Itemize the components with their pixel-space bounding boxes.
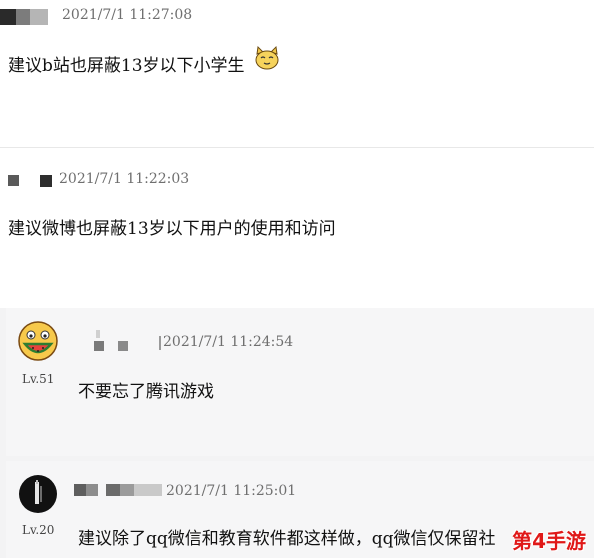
- user-level-badge: Lv.20: [22, 523, 55, 537]
- dark-figure-avatar[interactable]: [18, 474, 58, 514]
- comment-timestamp: 2021/7/1 11:27:08: [62, 7, 193, 23]
- username-mosaic: [92, 330, 164, 352]
- cat-face-icon: [254, 45, 280, 71]
- username-mosaic: [8, 175, 53, 187]
- watermelon-face-avatar[interactable]: [17, 320, 59, 362]
- comment-timestamp: 2021/7/1 11:22:03: [59, 171, 190, 187]
- comment-text: 建议b站也屏蔽13岁以下小学生: [8, 56, 245, 76]
- reply-timestamp: 2021/7/1 11:24:54: [163, 334, 294, 350]
- reply-section: [0, 308, 594, 558]
- site-watermark: 第4手游: [512, 529, 586, 553]
- divider: [0, 147, 594, 148]
- reply-timestamp: 2021/7/1 11:25:01: [166, 483, 297, 499]
- username-mosaic: [0, 9, 50, 25]
- comment-text: 建议微博也屏蔽13岁以下用户的使用和访问: [8, 219, 336, 239]
- username-mosaic: [74, 484, 164, 496]
- user-level-badge: Lv.51: [22, 372, 55, 386]
- reply-text: 不要忘了腾讯游戏: [78, 382, 214, 402]
- reply-text: 建议除了qq微信和教育软件都这样做，qq微信仅保留社: [78, 529, 496, 549]
